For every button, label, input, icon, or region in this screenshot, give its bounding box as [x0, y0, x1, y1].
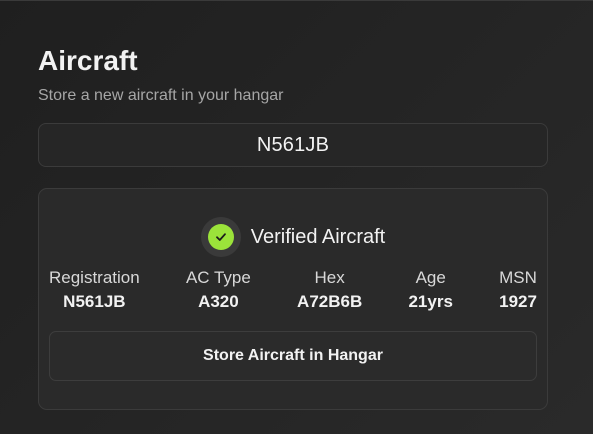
detail-value: N561JB	[63, 292, 126, 311]
store-aircraft-button[interactable]: Store Aircraft in Hangar	[49, 331, 537, 381]
checkmark-icon	[215, 233, 226, 241]
aircraft-details: Registration N561JB AC Type A320 Hex A72…	[49, 267, 537, 313]
detail-hex: Hex A72B6B	[297, 267, 362, 313]
check-dot	[207, 224, 234, 250]
registration-input[interactable]: N561JB	[38, 123, 548, 167]
verified-label: Verified Aircraft	[250, 225, 386, 248]
detail-ac-type: AC Type A320	[186, 267, 251, 313]
detail-label: Hex	[314, 268, 345, 287]
detail-label: MSN	[499, 268, 537, 287]
top-divider	[0, 0, 593, 1]
check-circle-icon	[200, 217, 241, 257]
detail-value: A72B6B	[297, 292, 363, 311]
detail-age: Age 21yrs	[408, 267, 452, 313]
detail-registration: Registration N561JB	[49, 267, 140, 313]
page-title: Aircraft	[38, 45, 138, 76]
detail-label: Age	[415, 268, 446, 287]
page-subtitle: Store a new aircraft in your hangar	[38, 87, 284, 104]
aircraft-result-card: Verified Aircraft Registration N561JB AC…	[38, 188, 548, 410]
detail-label: AC Type	[185, 268, 251, 287]
detail-msn: MSN 1927	[499, 267, 537, 313]
verified-status: Verified Aircraft	[39, 217, 547, 257]
detail-value: 1927	[499, 292, 537, 311]
aircraft-panel: Aircraft Store a new aircraft in your ha…	[38, 44, 548, 410]
detail-value: A320	[198, 292, 239, 311]
detail-value: 21yrs	[408, 292, 453, 311]
detail-label: Registration	[49, 268, 140, 287]
